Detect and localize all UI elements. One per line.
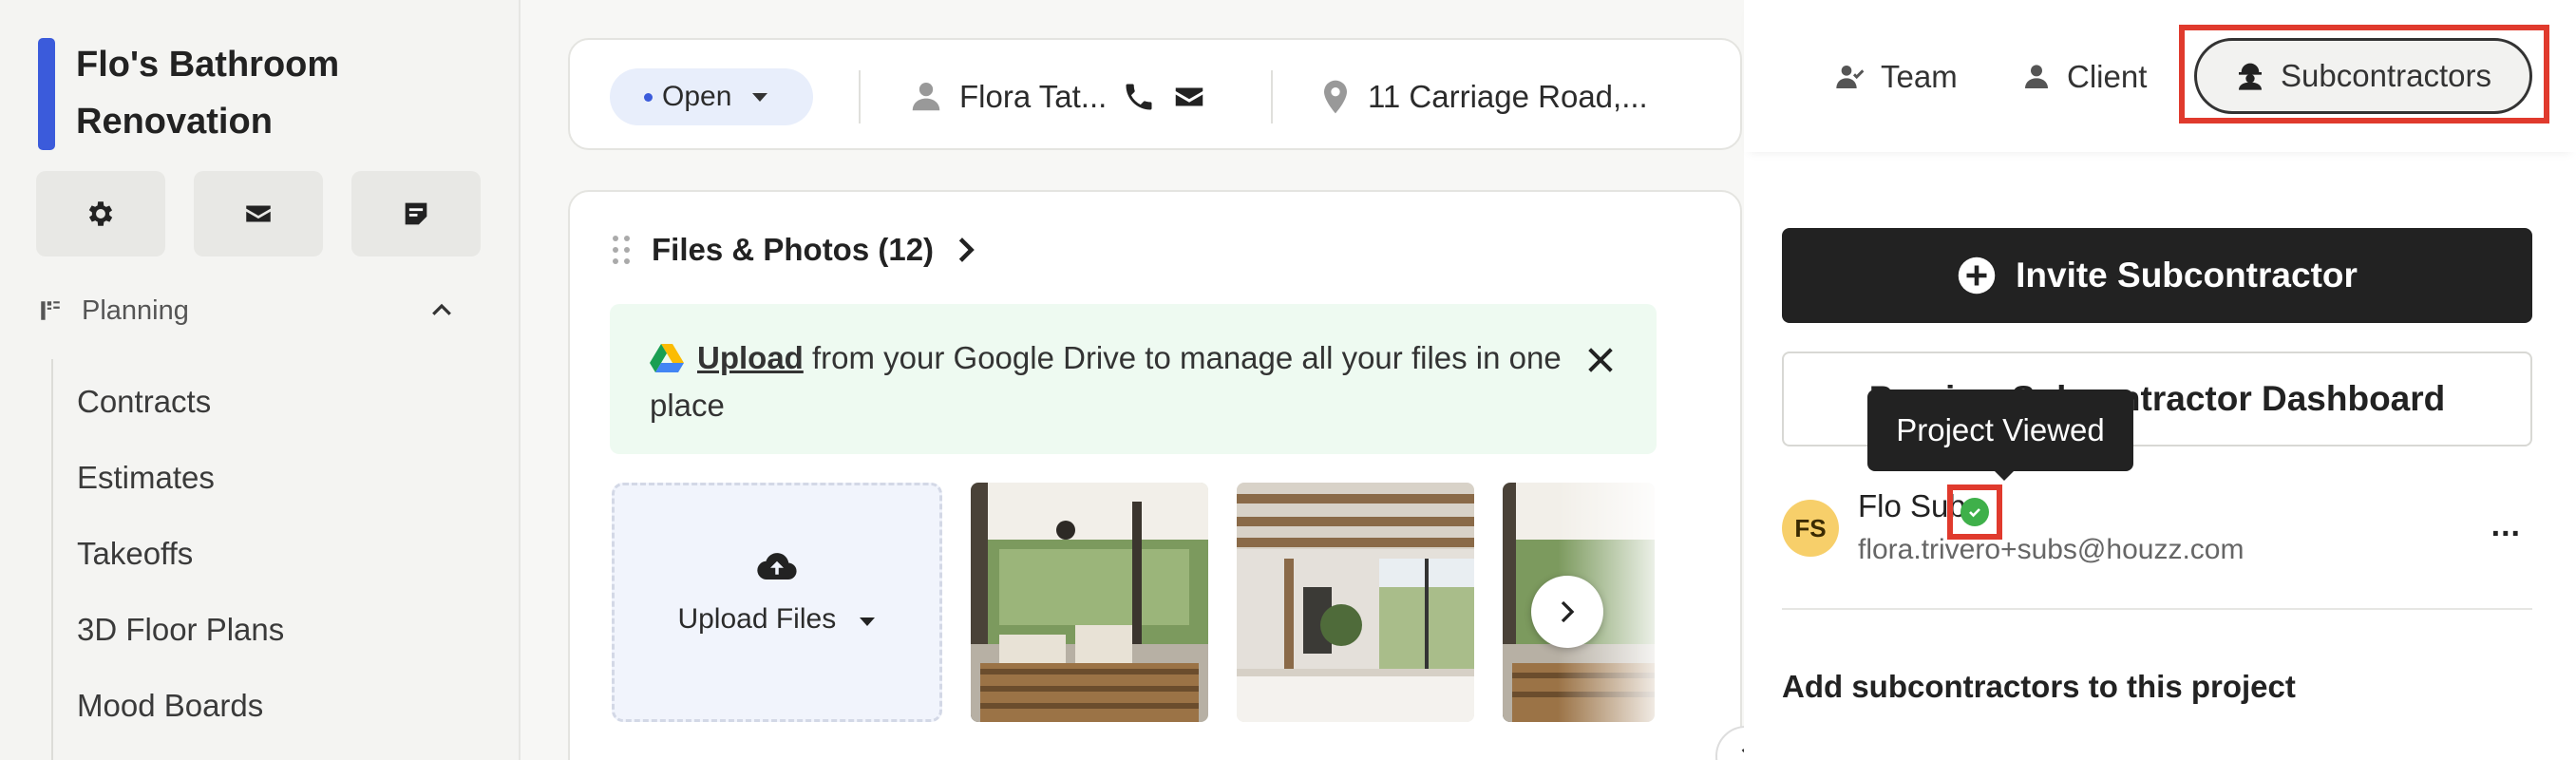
sidebar-item-takeoffs[interactable]: Takeoffs: [77, 527, 284, 603]
user-icon: [2025, 65, 2048, 88]
status-dot: [644, 92, 653, 102]
tab-client[interactable]: Client: [2021, 44, 2147, 110]
status-label: Open: [662, 81, 732, 112]
drag-handle-icon[interactable]: [612, 234, 631, 266]
project-accent-bar: [38, 38, 55, 150]
carousel-next-button[interactable]: [1531, 576, 1603, 648]
address-info[interactable]: 11 Carriage Road,...: [1320, 68, 1648, 125]
sidebar-item-mood-boards[interactable]: Mood Boards: [77, 679, 284, 755]
planning-icon: [41, 301, 60, 320]
planning-section-label: Planning: [82, 294, 189, 326]
location-pin-icon: [1324, 80, 1347, 114]
upload-files-dropzone[interactable]: Upload Files: [612, 483, 942, 722]
google-drive-banner: Upload from your Google Drive to manage …: [610, 304, 1657, 454]
subcontractor-email: flora.trivero+subs@houzz.com: [1858, 534, 2245, 565]
cloud-upload-icon: [757, 553, 797, 580]
nav-guide-line: [51, 359, 53, 760]
upload-link[interactable]: Upload: [697, 340, 804, 375]
google-drive-icon: [650, 344, 684, 372]
avatar: FS: [1782, 500, 1839, 557]
project-info-bar: Open Flora Tat... 11 Carriage Road,...: [568, 38, 1742, 150]
add-subcontractors-heading: Add subcontractors to this project: [1782, 669, 2296, 704]
project-title: Flo's Bathroom Renovation: [76, 45, 340, 142]
upload-files-label: Upload Files: [677, 603, 837, 635]
highlight-box: [2179, 25, 2549, 124]
chevron-right-icon: [1561, 600, 1575, 623]
close-icon[interactable]: [1584, 344, 1617, 376]
client-name[interactable]: Flora Tat...: [959, 79, 1107, 115]
user-icon: [912, 82, 940, 111]
tab-client-label: Client: [2067, 59, 2148, 94]
google-drive-message: Upload from your Google Drive to manage …: [650, 334, 1562, 429]
settings-button[interactable]: [36, 171, 165, 256]
sidebar-item-contracts[interactable]: Contracts: [77, 375, 284, 451]
notes-button[interactable]: [351, 171, 481, 256]
divider: [1271, 70, 1273, 124]
gear-icon: [88, 201, 113, 226]
files-header[interactable]: Files & Photos (12): [612, 232, 977, 268]
files-photos-card: Files & Photos (12) Upload from your Goo…: [568, 190, 1742, 760]
team-icon: [1836, 66, 1865, 88]
people-tabs: Team Client Subcontractors: [1744, 0, 2576, 152]
chevron-right-icon: [958, 238, 975, 262]
plus-circle-icon: [1958, 256, 1996, 294]
chevron-up-icon: [432, 303, 451, 315]
people-panel: Team Client Subcontractors Invite Subcon…: [1744, 0, 2576, 760]
sidebar-item-estimates[interactable]: Estimates: [77, 451, 284, 527]
photo-thumbnail[interactable]: [971, 483, 1208, 722]
tooltip-arrow: [1993, 469, 2016, 481]
more-options-button[interactable]: ...: [2491, 507, 2521, 544]
caret-down-icon: [859, 618, 875, 626]
sidebar-item-3d-floor-plans[interactable]: 3D Floor Plans: [77, 603, 284, 679]
sidebar: Flo's Bathroom Renovation Planning Contr…: [0, 0, 521, 760]
client-info: Flora Tat...: [908, 68, 1207, 125]
divider: [1782, 608, 2532, 610]
tab-team-label: Team: [1881, 59, 1958, 94]
files-title: Files & Photos (12): [652, 232, 935, 267]
bedroom-photo: [1237, 483, 1474, 722]
email-button[interactable]: [194, 171, 323, 256]
photo-thumbnail[interactable]: [1237, 483, 1474, 722]
planning-nav-list: Contracts Estimates Takeoffs 3D Floor Pl…: [77, 375, 284, 755]
divider: [859, 70, 861, 124]
highlight-box: [1947, 484, 2002, 540]
tab-team[interactable]: Team: [1835, 44, 1958, 110]
quick-actions: [36, 171, 481, 256]
invite-subcontractor-label: Invite Subcontractor: [2016, 256, 2358, 294]
project-viewed-tooltip: Project Viewed: [1867, 390, 2133, 471]
status-dropdown[interactable]: Open: [610, 68, 813, 125]
project-address: 11 Carriage Road,...: [1368, 79, 1648, 114]
planning-section-header[interactable]: Planning: [38, 287, 456, 334]
caret-down-icon: [752, 93, 768, 102]
mail-icon[interactable]: [1171, 79, 1207, 115]
mail-icon: [246, 205, 271, 222]
notes-icon: [405, 202, 427, 225]
invite-subcontractor-button[interactable]: Invite Subcontractor: [1782, 228, 2532, 323]
patio-photo: [971, 483, 1208, 722]
upload-files-button[interactable]: Upload Files: [615, 603, 939, 636]
subcontractor-row: FS Flo Sub flora.trivero+subs@houzz.com …: [1782, 483, 2542, 578]
phone-icon[interactable]: [1122, 80, 1156, 114]
